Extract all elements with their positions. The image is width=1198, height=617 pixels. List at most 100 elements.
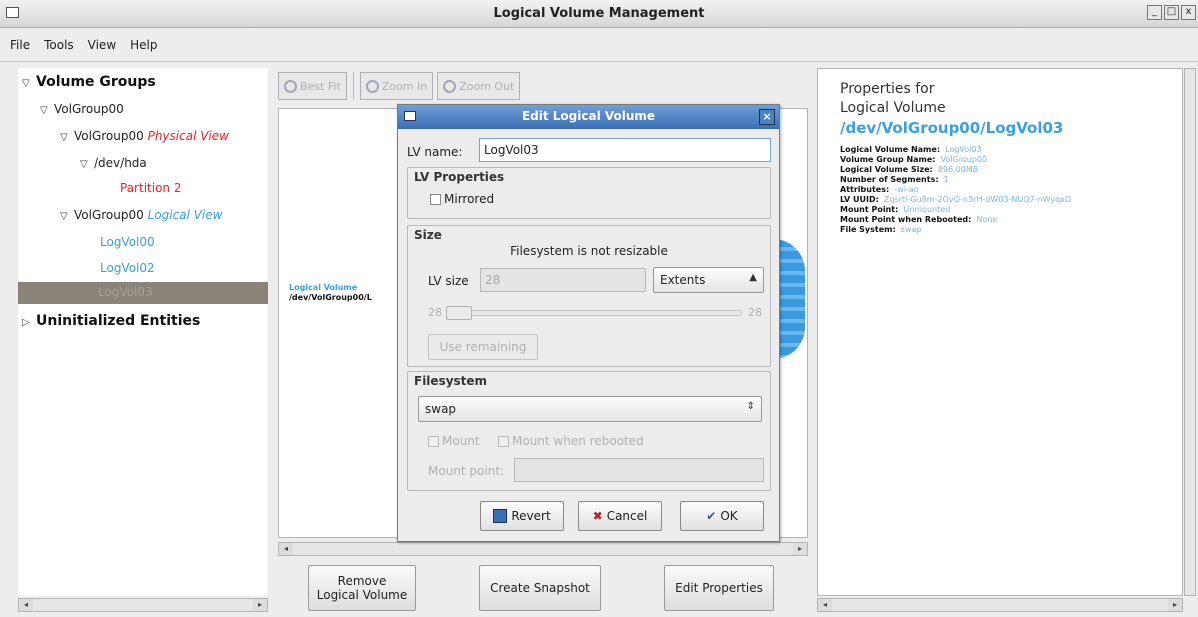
properties-horizontal-scrollbar[interactable]: ◂ ▸: [817, 598, 1183, 612]
property-key: Mount Point:: [840, 205, 899, 214]
size-unit-combo[interactable]: Extents ▲: [653, 267, 764, 293]
mount-rebooted-checkbox[interactable]: [498, 436, 509, 447]
properties-vertical-scrollbar[interactable]: [1184, 68, 1196, 596]
ok-button[interactable]: ✔ OK: [680, 501, 764, 531]
tree-logvol03-selected[interactable]: LogVol03: [18, 282, 268, 304]
property-key: File System:: [840, 225, 896, 234]
property-value: 896.00MB: [937, 165, 979, 174]
filesystem-title: Filesystem: [414, 374, 488, 388]
lv-name-input[interactable]: [479, 138, 771, 162]
size-slider-handle[interactable]: [446, 306, 472, 320]
property-row: Mount Point when Rebooted: None: [840, 215, 1071, 225]
mount-rebooted-option[interactable]: Mount when rebooted: [498, 434, 644, 448]
property-value: VolGroup00: [940, 155, 988, 164]
dialog-close-icon[interactable]: ×: [759, 109, 775, 125]
properties-lv-path: /dev/VolGroup00/LogVol03: [840, 119, 1064, 137]
filesystem-group: Filesystem swap ⇕ Mount Mount when reboo…: [407, 371, 771, 491]
property-row: Volume Group Name: VolGroup00: [840, 155, 1071, 165]
logical-view-label: Logical View: [147, 208, 223, 222]
property-row: File System: swap: [840, 225, 1071, 235]
zoom-toolbar: Best Fit Zoom In Zoom Out: [278, 72, 521, 102]
tree-label: VolGroup00: [74, 208, 144, 222]
scroll-right-icon[interactable]: ▸: [1168, 599, 1182, 611]
up-down-arrows-icon: ⇕: [746, 401, 755, 412]
property-key: Logical Volume Name:: [840, 145, 941, 154]
mount-checkbox[interactable]: [428, 436, 439, 447]
tree-label: /dev/hda: [94, 156, 147, 170]
canvas-lv-label: Logical Volume: [289, 283, 358, 292]
use-remaining-button[interactable]: Use remaining: [428, 334, 538, 360]
scroll-left-icon[interactable]: ◂: [279, 543, 293, 555]
canvas-horizontal-scrollbar[interactable]: ◂ ▸: [278, 542, 808, 556]
property-value: Zqsrtl-Gu8m-2OvO-n3rH-dW03-NUQ7-nWyqxD: [883, 195, 1072, 204]
zoom-out-button[interactable]: Zoom Out: [437, 72, 521, 100]
magnifier-icon: [365, 79, 379, 93]
tree-logvol00[interactable]: LogVol00: [100, 235, 155, 249]
mount-option[interactable]: Mount: [428, 434, 480, 448]
property-value: LogVol03: [945, 145, 982, 154]
property-value: Unmounted: [903, 205, 951, 214]
edit-properties-button[interactable]: Edit Properties: [664, 565, 774, 611]
property-key: Volume Group Name:: [840, 155, 936, 164]
expand-triangle-icon[interactable]: ▽: [40, 105, 54, 116]
expand-triangle-icon[interactable]: ▽: [60, 132, 74, 143]
mount-point-input[interactable]: [514, 458, 764, 482]
lv-name-label: LV name:: [407, 145, 463, 159]
tree-volume-groups[interactable]: ▽ Volume Groups: [22, 74, 156, 90]
tree-label: VolGroup00: [74, 129, 144, 143]
cancel-button[interactable]: ✖ Cancel: [578, 501, 662, 531]
size-slider-track[interactable]: [446, 310, 742, 316]
property-key: Logical Volume Size:: [840, 165, 933, 174]
scroll-left-icon[interactable]: ◂: [818, 599, 832, 611]
property-key: LV UUID:: [840, 195, 879, 204]
create-snapshot-button[interactable]: Create Snapshot: [479, 565, 601, 611]
revert-icon: [493, 509, 508, 523]
scroll-right-icon[interactable]: ▸: [253, 599, 267, 611]
property-row: Logical Volume Name: LogVol03: [840, 145, 1071, 155]
tree-logvol02[interactable]: LogVol02: [100, 261, 155, 275]
filesystem-combo[interactable]: swap ⇕: [418, 396, 762, 422]
volume-tree[interactable]: ▽ Volume Groups ▽ VolGroup00 ▽ VolGroup00 P…: [18, 68, 268, 596]
button-label: Zoom Out: [459, 79, 515, 93]
expand-triangle-icon[interactable]: ▽: [80, 159, 94, 170]
tree-physical-view[interactable]: ▽ VolGroup00 Physical View: [60, 129, 229, 143]
properties-rows: Logical Volume Name: LogVol03 Volume Gro…: [840, 145, 1071, 235]
tree-label: LogVol03: [98, 285, 153, 299]
tree-dev-hda[interactable]: ▽/dev/hda: [80, 156, 147, 170]
size-unit-value: Extents: [660, 273, 706, 287]
property-value: 1: [943, 175, 949, 184]
minimize-button[interactable]: _: [1147, 5, 1162, 20]
tree-uninitialized[interactable]: ▷ Uninitialized Entities: [22, 313, 200, 329]
menu-file[interactable]: File: [10, 38, 30, 52]
mirrored-checkbox[interactable]: [430, 194, 441, 205]
ok-check-icon: ✔: [706, 509, 717, 523]
slider-min-label: 28: [428, 306, 442, 319]
expand-triangle-icon[interactable]: ▽: [22, 78, 36, 89]
lv-size-input[interactable]: 28: [480, 268, 646, 292]
best-fit-button[interactable]: Best Fit: [278, 72, 347, 100]
collapsed-triangle-icon[interactable]: ▷: [22, 317, 36, 328]
properties-panel: Properties for Logical Volume /dev/VolGr…: [817, 68, 1183, 596]
remove-logical-volume-button[interactable]: Remove Logical Volume: [308, 565, 416, 611]
zoom-in-button[interactable]: Zoom In: [359, 72, 434, 100]
tree-partition-2[interactable]: Partition 2: [120, 181, 181, 195]
properties-subheading: Logical Volume: [840, 100, 946, 116]
properties-heading: Properties for: [840, 81, 935, 97]
menu-tools[interactable]: Tools: [44, 38, 74, 52]
mirrored-option[interactable]: Mirrored: [430, 192, 494, 206]
scroll-left-icon[interactable]: ◂: [19, 599, 33, 611]
tree-horizontal-scrollbar[interactable]: ◂ ▸: [18, 598, 268, 612]
maximize-button[interactable]: □: [1164, 5, 1179, 20]
revert-button[interactable]: Revert: [480, 501, 564, 531]
tree-logical-view[interactable]: ▽ VolGroup00 Logical View: [60, 208, 222, 222]
expand-triangle-icon[interactable]: ▽: [60, 211, 74, 222]
close-button[interactable]: x: [1181, 5, 1196, 20]
property-key: Number of Segments:: [840, 175, 939, 184]
menu-help[interactable]: Help: [130, 38, 157, 52]
menu-view[interactable]: View: [88, 38, 116, 52]
tree-label: Volume Groups: [36, 74, 156, 90]
menu-bar: File Tools View Help: [0, 28, 1198, 62]
scroll-right-icon[interactable]: ▸: [793, 543, 807, 555]
magnifier-icon: [443, 79, 457, 93]
tree-volgroup[interactable]: ▽ VolGroup00: [40, 102, 124, 116]
